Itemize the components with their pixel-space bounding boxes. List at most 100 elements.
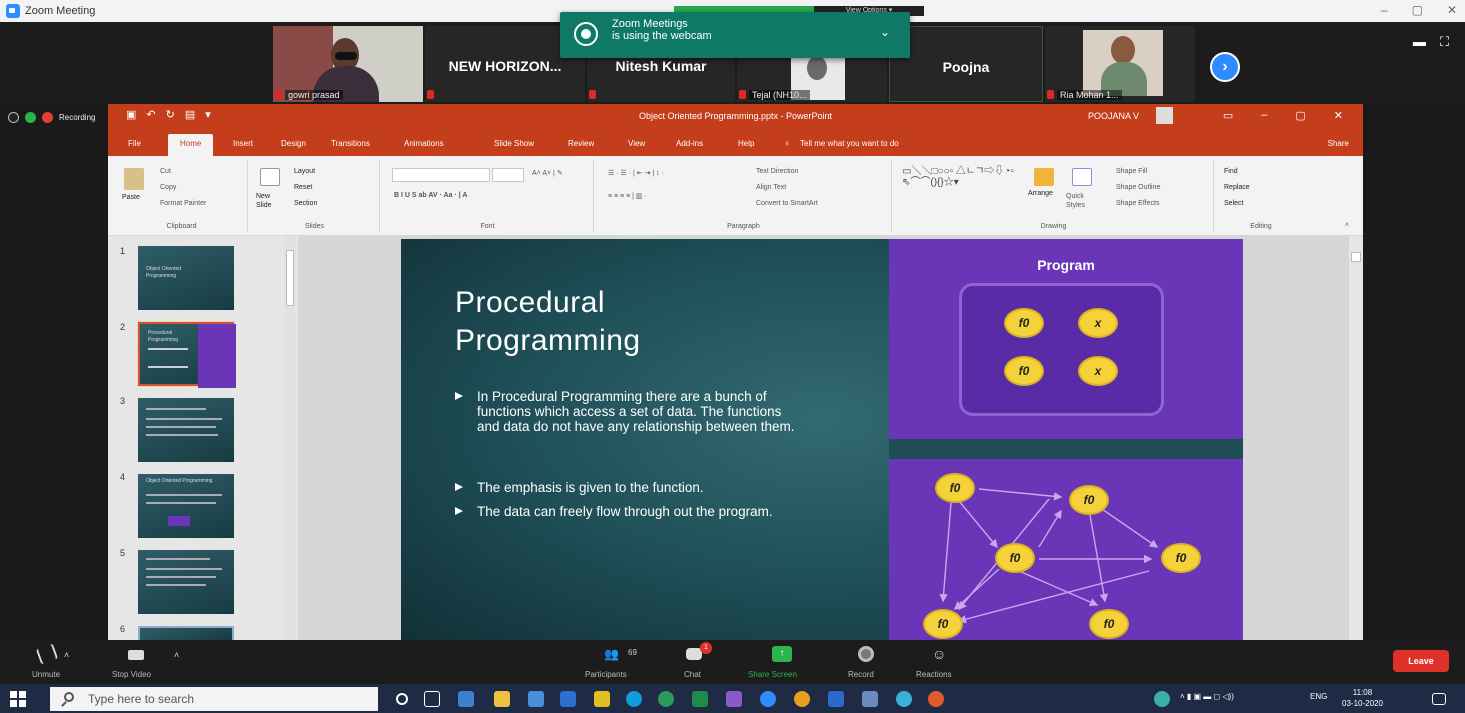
zoom-taskbar-icon[interactable] — [760, 691, 776, 707]
convert-smartart-button[interactable]: Convert to SmartArt — [756, 200, 818, 207]
webcam-notification[interactable]: Zoom Meetings is using the webcam ⌄ — [560, 12, 910, 58]
notifications-icon[interactable] — [1432, 693, 1446, 705]
excel-icon[interactable] — [692, 691, 708, 707]
taskbar-app-icon[interactable] — [862, 691, 878, 707]
gallery-view-icon[interactable]: ▬ — [1413, 34, 1426, 50]
shape-effects-button[interactable]: Shape Effects — [1116, 200, 1159, 207]
slide-thumbnail[interactable] — [138, 550, 234, 614]
participant-tile[interactable]: Poojna — [889, 26, 1043, 102]
quick-styles-icon[interactable] — [1072, 168, 1092, 186]
slide-scrollbar[interactable] — [1349, 236, 1363, 640]
align-text-button[interactable]: Align Text — [756, 184, 786, 191]
taskbar-app-icon[interactable] — [726, 691, 742, 707]
font-size-controls[interactable]: A˄ A˅ | ✎ — [532, 169, 563, 177]
tab-home[interactable]: Home — [168, 134, 214, 157]
reset-button[interactable]: Reset — [294, 184, 312, 191]
layout-button[interactable]: Layout — [294, 168, 315, 175]
task-view-icon[interactable] — [424, 691, 440, 707]
ppt-close-button[interactable]: ✕ — [1334, 109, 1343, 122]
text-direction-button[interactable]: Text Direction — [756, 168, 798, 175]
tray-icons[interactable]: ˄ ▮ ▣ ▬ ◻ ◁)) — [1180, 692, 1234, 701]
tab-file[interactable]: File — [128, 139, 141, 148]
shape-outline-button[interactable]: Shape Outline — [1116, 184, 1160, 191]
paste-icon[interactable] — [124, 168, 144, 190]
scrollbar-thumb[interactable] — [286, 250, 294, 306]
taskbar-app-icon[interactable] — [896, 691, 912, 707]
scrollbar-thumb[interactable] — [1351, 252, 1361, 262]
find-button[interactable]: Find — [1224, 168, 1238, 175]
slide-thumbnail-selected[interactable]: Procedural Programming — [137, 321, 236, 388]
chevron-up-icon[interactable]: ˄ — [64, 650, 82, 666]
minimize-button[interactable]: – — [1381, 3, 1388, 17]
new-slide-icon[interactable] — [260, 168, 280, 186]
slide-thumbnail[interactable]: Object Oriented Programming — [138, 474, 234, 538]
chevron-down-icon[interactable]: ⌄ — [880, 25, 890, 39]
share-button[interactable]: Share — [1328, 139, 1349, 148]
arrange-button[interactable]: Arrange — [1028, 190, 1053, 197]
tab-design[interactable]: Design — [281, 139, 306, 148]
ppt-minimize-button[interactable]: – — [1261, 109, 1267, 122]
taskbar-app-icon[interactable] — [1154, 691, 1170, 707]
font-format-buttons[interactable]: B I U S ab AV · Aa · | A — [394, 192, 467, 199]
section-button[interactable]: Section — [294, 200, 317, 207]
ppt-restore-button[interactable]: ▢ — [1295, 109, 1305, 122]
info-icon[interactable] — [8, 111, 19, 123]
powerpoint-taskbar-icon[interactable] — [928, 691, 944, 707]
tab-transitions[interactable]: Transitions — [331, 139, 370, 148]
copy-button[interactable]: Copy — [160, 184, 176, 191]
font-size-select[interactable] — [492, 168, 524, 182]
edge-icon[interactable] — [626, 691, 642, 707]
tell-me-search[interactable]: Tell me what you want to do — [800, 139, 899, 148]
taskbar-app-icon[interactable] — [458, 691, 474, 707]
chevron-up-icon[interactable]: ˄ — [174, 650, 192, 666]
account-name[interactable]: POOJANA V — [1088, 111, 1139, 121]
chrome-icon[interactable] — [658, 691, 674, 707]
new-slide-button[interactable]: New Slide — [256, 192, 286, 210]
word-icon[interactable] — [828, 691, 844, 707]
participant-tile[interactable]: gowri prasad — [273, 26, 423, 102]
collapse-ribbon-icon[interactable]: ˄ — [1345, 222, 1349, 229]
close-button[interactable]: ✕ — [1447, 3, 1457, 17]
tab-help[interactable]: Help — [738, 139, 754, 148]
quick-styles-button[interactable]: Quick Styles — [1066, 192, 1096, 210]
tab-add-ins[interactable]: Add-ins — [676, 139, 703, 148]
tab-insert[interactable]: Insert — [233, 139, 253, 148]
select-button[interactable]: Select — [1224, 200, 1243, 207]
avatar[interactable] — [1156, 107, 1173, 124]
slide-thumbnail[interactable] — [138, 398, 234, 462]
mail-icon[interactable] — [560, 691, 576, 707]
file-explorer-icon[interactable] — [494, 691, 510, 707]
tab-animations[interactable]: Animations — [404, 139, 444, 148]
current-slide[interactable]: Procedural Programming In Procedural Pro… — [401, 239, 1243, 640]
cut-button[interactable]: Cut — [160, 168, 171, 175]
arrange-icon[interactable] — [1034, 168, 1054, 186]
replace-button[interactable]: Replace — [1224, 184, 1250, 191]
participant-tile[interactable]: Ria Mohan 1... — [1045, 26, 1195, 102]
fullscreen-icon[interactable]: ⛶ — [1440, 34, 1449, 50]
windows-start-icon[interactable] — [10, 691, 26, 707]
format-painter-button[interactable]: Format Painter — [160, 200, 206, 207]
slide-thumbnail[interactable]: Object Oriented Programming — [138, 246, 234, 310]
taskbar-search[interactable]: Type here to search — [50, 687, 378, 711]
language-indicator[interactable]: ENG — [1310, 692, 1327, 701]
ribbon-display-icon[interactable]: ▭ — [1223, 109, 1233, 122]
paste-button[interactable]: Paste — [122, 194, 140, 201]
list-buttons[interactable]: ☰ · ☰ · | ⇤ ⇥ | ↕ · — [608, 169, 664, 177]
taskbar-app-icon[interactable] — [594, 691, 610, 707]
shapes-gallery[interactable]: ▭＼＼□○○▫ △ㄴㄱ⇨⇩◔▫ ⇖⌒⌒(){}☆▾ — [902, 166, 1022, 188]
font-name-select[interactable] — [392, 168, 490, 182]
leave-button[interactable]: Leave — [1393, 650, 1449, 672]
cortana-icon[interactable] — [396, 693, 408, 705]
maximize-button[interactable]: ▢ — [1412, 3, 1423, 17]
tab-review[interactable]: Review — [568, 139, 594, 148]
alignment-buttons[interactable]: ≡ ≡ ≡ ≡ | ▥ · — [608, 192, 647, 200]
store-icon[interactable] — [528, 691, 544, 707]
shape-fill-button[interactable]: Shape Fill — [1116, 168, 1147, 175]
slide-thumbnail[interactable] — [138, 626, 234, 640]
tab-slide-show[interactable]: Slide Show — [494, 139, 534, 148]
next-participants-button[interactable]: › — [1210, 52, 1240, 82]
thumbnail-scrollbar[interactable] — [284, 236, 296, 640]
taskbar-clock[interactable]: 11:08 03-10-2020 — [1342, 687, 1383, 709]
security-shield-icon[interactable] — [25, 111, 36, 123]
taskbar-app-icon[interactable] — [794, 691, 810, 707]
